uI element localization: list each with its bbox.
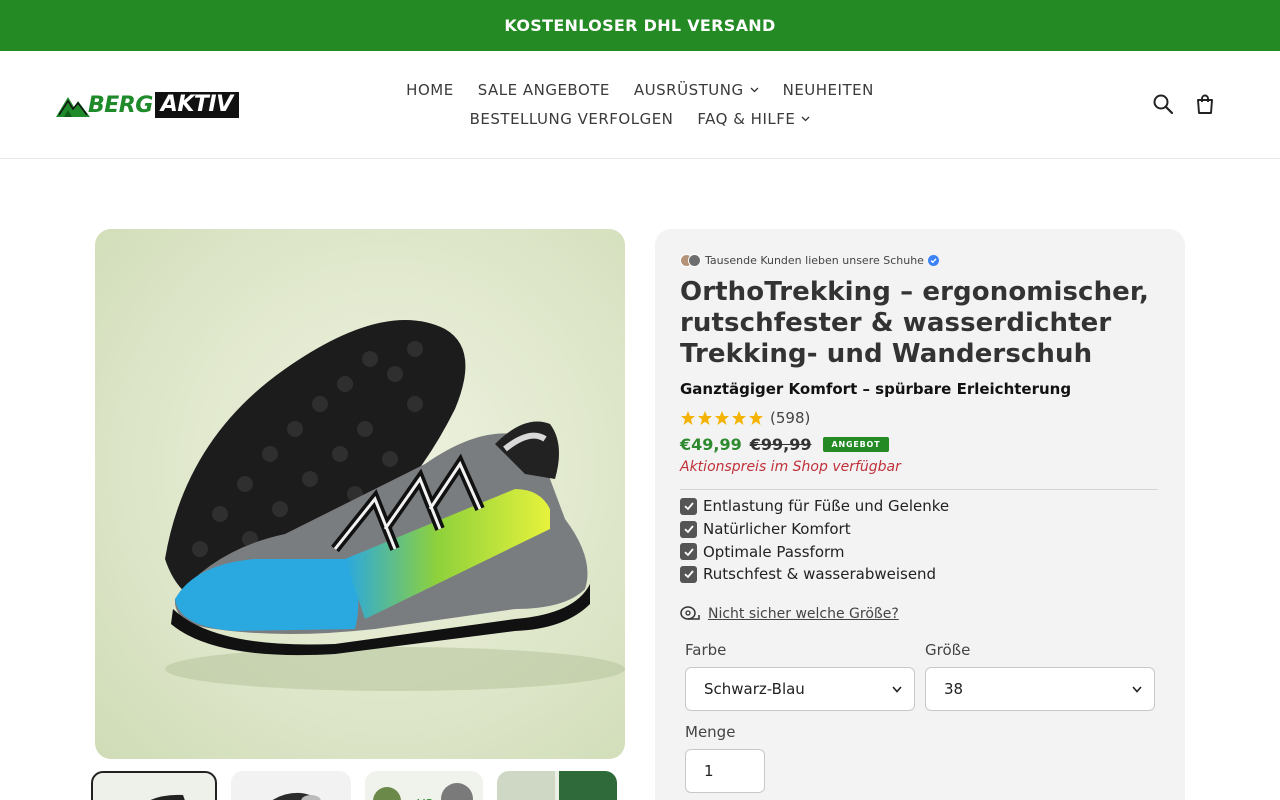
nav-item-home[interactable]: HOME	[406, 81, 454, 99]
shoe-thumb-icon	[150, 794, 185, 800]
nav-label: FAQ & HILFE	[697, 109, 796, 128]
nav-label: BESTELLUNG VERFOLGEN	[469, 109, 674, 128]
site-header: BERG AKTIV HOME SALE ANGEBOTE AUSRÜSTUNG…	[0, 51, 1280, 159]
product-info-panel: Tausende Kunden lieben unsere Schuhe Ort…	[655, 229, 1185, 800]
promo-text: Aktionspreis im Shop verfügbar	[680, 459, 901, 475]
color-select-value: Schwarz-Blau	[704, 680, 805, 698]
brand-logo[interactable]: BERG AKTIV	[56, 91, 239, 119]
size-label: Größe	[925, 641, 971, 659]
feature-text: Rutschfest & wasserabweisend	[703, 565, 937, 584]
nav-row-1: HOME SALE ANGEBOTE AUSRÜSTUNG NEUHEITEN	[380, 75, 900, 104]
product-rating[interactable]: (598)	[680, 409, 810, 427]
feature-text: Entlastung für Füße und Gelenke	[703, 497, 950, 516]
chevron-down-icon	[892, 685, 902, 693]
nav-row-2: BESTELLUNG VERFOLGEN FAQ & HILFE	[380, 104, 900, 133]
nav-item-sale[interactable]: SALE ANGEBOTE	[478, 81, 610, 99]
price-block: €49,99 €99,99 ANGEBOT	[680, 435, 890, 454]
shoe-thumb-icon: vs	[373, 783, 473, 800]
nav-label: SALE ANGEBOTE	[477, 80, 610, 99]
review-count: (598)	[770, 409, 811, 427]
nav-label: AUSRÜSTUNG	[633, 80, 744, 99]
shoe-thumb-icon	[272, 792, 321, 800]
logo-text-aktiv: AKTIV	[154, 92, 239, 118]
original-price: €99,99	[749, 435, 812, 454]
mountain-logo-icon	[56, 97, 90, 117]
sale-badge: ANGEBOT	[822, 437, 890, 452]
thumbnail-4[interactable]	[497, 771, 617, 800]
checkmark-icon	[680, 565, 697, 583]
feature-item: Entlastung für Füße und Gelenke	[680, 495, 949, 518]
sale-price: €49,99	[680, 435, 742, 454]
checkmark-icon	[680, 543, 697, 561]
star-rating	[680, 410, 764, 426]
comparison-thumb-icon	[497, 771, 617, 800]
thumbnail-1[interactable]	[91, 771, 217, 800]
thumbnail-2[interactable]	[231, 771, 351, 800]
product-subtitle: Ganztägiger Komfort – spürbare Erleichte…	[680, 380, 1072, 398]
product-title: OrthoTrekking – ergonomischer, rutschfes…	[680, 277, 1149, 369]
verified-badge-icon	[927, 255, 939, 266]
color-label: Farbe	[685, 641, 727, 659]
thumbnail-3[interactable]: vs	[365, 771, 483, 800]
nav-item-neuheiten[interactable]: NEUHEITEN	[783, 81, 874, 99]
chevron-down-icon	[1132, 685, 1142, 693]
feature-item: Rutschfest & wasserabweisend	[680, 563, 949, 586]
social-proof-text: Tausende Kunden lieben unsere Schuhe	[705, 254, 924, 267]
social-proof: Tausende Kunden lieben unsere Schuhe	[680, 254, 939, 267]
header-actions	[1152, 93, 1216, 115]
checkmark-icon	[680, 520, 697, 538]
divider	[680, 489, 1158, 490]
star-icon	[698, 411, 712, 425]
measuring-tape-icon	[680, 606, 700, 620]
product-thumbnails: vs	[91, 771, 617, 800]
nav-label: NEUHEITEN	[782, 80, 874, 99]
search-icon[interactable]	[1152, 93, 1174, 115]
feature-list: Entlastung für Füße und Gelenke Natürlic…	[680, 495, 949, 586]
size-guide-link[interactable]: Nicht sicher welche Größe?	[708, 606, 899, 622]
product-image-main[interactable]	[95, 229, 625, 759]
announcement-text: KOSTENLOSER DHL VERSAND	[504, 16, 776, 35]
star-icon	[715, 411, 729, 425]
star-icon	[681, 411, 695, 425]
logo-text-berg: BERG	[88, 92, 153, 118]
quantity-label: Menge	[685, 723, 736, 741]
size-select[interactable]: 38	[925, 667, 1155, 711]
quantity-input[interactable]: 1	[685, 749, 765, 793]
cart-icon[interactable]	[1194, 93, 1216, 115]
shoe-illustration	[165, 320, 625, 691]
feature-item: Optimale Passform	[680, 540, 949, 563]
checkmark-icon	[680, 497, 697, 515]
nav-label: HOME	[406, 80, 454, 99]
main-navigation: HOME SALE ANGEBOTE AUSRÜSTUNG NEUHEITEN …	[380, 75, 900, 133]
customer-avatars	[680, 254, 701, 267]
color-select[interactable]: Schwarz-Blau	[685, 667, 915, 711]
svg-text:vs: vs	[417, 795, 433, 800]
chevron-down-icon	[750, 87, 759, 92]
feature-item: Natürlicher Komfort	[680, 518, 949, 541]
nav-item-faq[interactable]: FAQ & HILFE	[697, 110, 810, 128]
quantity-value: 1	[704, 762, 714, 780]
size-select-value: 38	[944, 680, 964, 698]
star-icon	[749, 411, 763, 425]
feature-text: Natürlicher Komfort	[703, 520, 851, 539]
announcement-bar: KOSTENLOSER DHL VERSAND	[0, 0, 1280, 51]
feature-text: Optimale Passform	[703, 542, 845, 561]
size-guide: Nicht sicher welche Größe?	[680, 605, 899, 622]
chevron-down-icon	[801, 116, 810, 121]
nav-item-track-order[interactable]: BESTELLUNG VERFOLGEN	[470, 110, 674, 128]
nav-item-ausruestung[interactable]: AUSRÜSTUNG	[634, 81, 759, 99]
star-icon	[732, 411, 746, 425]
